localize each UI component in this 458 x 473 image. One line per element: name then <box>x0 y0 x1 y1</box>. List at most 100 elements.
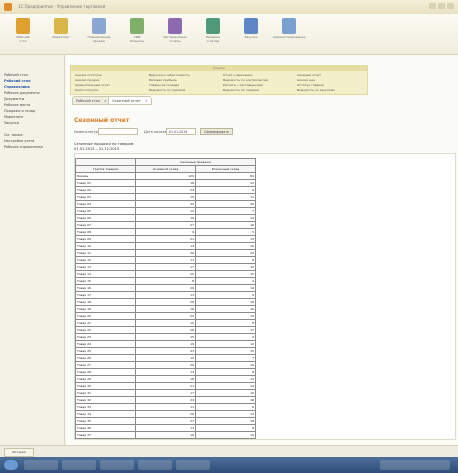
table-cell: 13 <box>135 424 196 432</box>
date-label: Дата начала: <box>144 130 168 134</box>
report-link[interactable]: Выручка и себестоимость <box>149 73 190 77</box>
minimize-icon[interactable] <box>429 3 436 9</box>
table-cell: 8 <box>195 368 256 376</box>
sidebar-item[interactable]: Маркетинг <box>4 115 23 119</box>
group-header: Сезонные продажи <box>135 158 256 166</box>
table-cell: Товар 29 <box>75 375 136 383</box>
sidebar-item[interactable]: Рабочие справочники <box>4 145 43 149</box>
sidebar-item[interactable]: Рабочие документы <box>4 91 40 95</box>
table-cell: 16 <box>195 396 256 404</box>
taskbar-app[interactable] <box>62 460 96 470</box>
sidebar-item[interactable]: Продажи и склад <box>4 109 35 113</box>
table-row: Товар 12 11 6 <box>75 256 256 264</box>
report-link[interactable]: Анализ цен <box>297 78 315 82</box>
sidebar-item[interactable]: Рабочий стол <box>4 79 31 83</box>
date-field[interactable]: 01.01.2015 <box>166 128 196 135</box>
report-link[interactable]: Отчет о движении <box>223 73 252 77</box>
table-row: Товар 02 24 9 <box>75 186 256 194</box>
table-cell: Товар 20 <box>75 312 136 320</box>
table-row: Товар 33 11 6 <box>75 403 256 411</box>
table-cell: 6 <box>195 403 256 411</box>
close-tab-icon[interactable]: × <box>145 99 148 103</box>
sidebar-item[interactable]: См. также: <box>4 133 23 137</box>
table-cell: 20 <box>195 200 256 208</box>
report-link[interactable]: Книга покупок <box>75 88 98 92</box>
sidebar-item[interactable]: Документы <box>4 97 24 101</box>
taskbar-app[interactable] <box>138 460 172 470</box>
table-cell: 14 <box>135 368 196 376</box>
sidebar-item[interactable]: Рабочий стол <box>4 73 28 77</box>
table-cell: 24 <box>135 396 196 404</box>
tab-0[interactable]: Рабочий стол × <box>72 96 111 105</box>
tab-1[interactable]: Сезонный отчет × <box>108 96 152 105</box>
table-cell: Товар 31 <box>75 389 136 397</box>
table-cell: 19 <box>195 361 256 369</box>
navigation-sidebar: Рабочий стол Рабочий стол Справочники Рабоч… <box>0 55 65 445</box>
taskbar-app[interactable] <box>176 460 210 470</box>
main-area: Отчеты Анализ остатков Анализ продаж Сравн… <box>66 55 458 445</box>
sidebar-item[interactable]: Справочники <box>4 85 30 89</box>
history-button[interactable]: История <box>4 448 34 457</box>
table-cell: Товар 05 <box>75 207 136 215</box>
table-row: Товар 36 13 8 <box>75 424 256 432</box>
table-cell: 84 <box>195 172 256 180</box>
table-row: Товар 06 19 14 <box>75 214 256 222</box>
table-cell: 23 <box>135 347 196 355</box>
nomenclature-field[interactable] <box>98 128 138 135</box>
section-icon <box>92 18 106 34</box>
table-cell: 22 <box>195 249 256 257</box>
taskbar-app[interactable] <box>24 460 58 470</box>
table-cell: 7 <box>195 354 256 362</box>
section-label: Закупки <box>244 35 258 39</box>
report-link[interactable]: Ведомость по закупкам <box>297 88 335 92</box>
toolbar-section-button[interactable]: Регламентные отчеты <box>158 18 192 43</box>
toolbar-section-button[interactable]: Закупки <box>234 18 268 40</box>
table-row: Товар 07 27 16 <box>75 221 256 229</box>
start-button[interactable] <box>4 460 18 470</box>
report-link[interactable]: Сравнительный отчет <box>75 83 110 87</box>
table-cell: 20 <box>135 410 196 418</box>
section-label: Продажи и Склад <box>205 35 221 43</box>
toolbar-section-button[interactable]: CRM Клиенты <box>120 18 154 43</box>
table-cell: 14 <box>135 242 196 250</box>
table-row: Товар 28 14 8 <box>75 368 256 376</box>
section-label: Рабочий стол <box>16 35 30 43</box>
report-link[interactable]: Сводный отчет <box>297 73 321 77</box>
generate-button[interactable]: Сформировать <box>200 128 233 135</box>
toolbar-section-button[interactable]: Маркетинг <box>44 18 78 40</box>
table-cell: Товар 07 <box>75 221 136 229</box>
report-link[interactable]: Ведомость по контрагентам <box>223 78 268 82</box>
table-cell: 10 <box>195 242 256 250</box>
table-cell: Товар 23 <box>75 333 136 341</box>
report-link[interactable]: Расчеты с поставщиками <box>223 83 263 87</box>
maximize-icon[interactable] <box>438 3 445 9</box>
report-link[interactable]: Остатки товаров <box>297 83 324 87</box>
close-tab-icon[interactable]: × <box>104 99 107 103</box>
taskbar-app[interactable] <box>100 460 134 470</box>
table-cell: Товар 01 <box>75 179 136 187</box>
close-icon[interactable] <box>447 3 454 9</box>
report-link[interactable]: Ведомость по товарам <box>223 88 259 92</box>
report-spreadsheet[interactable]: Сезонные продажи Группа товаров Основной… <box>74 153 456 440</box>
report-link[interactable]: Ведомость по партиям <box>149 88 185 92</box>
report-link[interactable]: Валовая прибыль <box>149 78 177 82</box>
table-cell: 16 <box>135 431 196 439</box>
table-cell: Январь <box>75 172 136 180</box>
report-link[interactable]: Товары на складах <box>149 83 179 87</box>
sidebar-item[interactable]: Рабочие места <box>4 103 30 107</box>
table-row: Товар 05 12 7 <box>75 207 256 215</box>
table-cell: 8 <box>195 424 256 432</box>
table-cell: 120 <box>135 172 196 180</box>
table-cell: 8 <box>195 319 256 327</box>
table-cell: 13 <box>195 312 256 320</box>
table-cell: 12 <box>135 207 196 215</box>
section-icon <box>244 18 258 34</box>
report-link[interactable]: Анализ остатков <box>75 73 102 77</box>
sidebar-item[interactable]: Настройки учета <box>4 139 34 143</box>
sidebar-item[interactable]: Закупки <box>4 121 19 125</box>
toolbar-section-button[interactable]: Рабочий стол <box>6 18 40 43</box>
toolbar-section-button[interactable]: Администрирование <box>272 18 306 40</box>
toolbar-section-button[interactable]: Продажи и Склад <box>196 18 230 43</box>
report-link[interactable]: Анализ продаж <box>75 78 100 82</box>
toolbar-section-button[interactable]: Планирование продаж <box>82 18 116 43</box>
